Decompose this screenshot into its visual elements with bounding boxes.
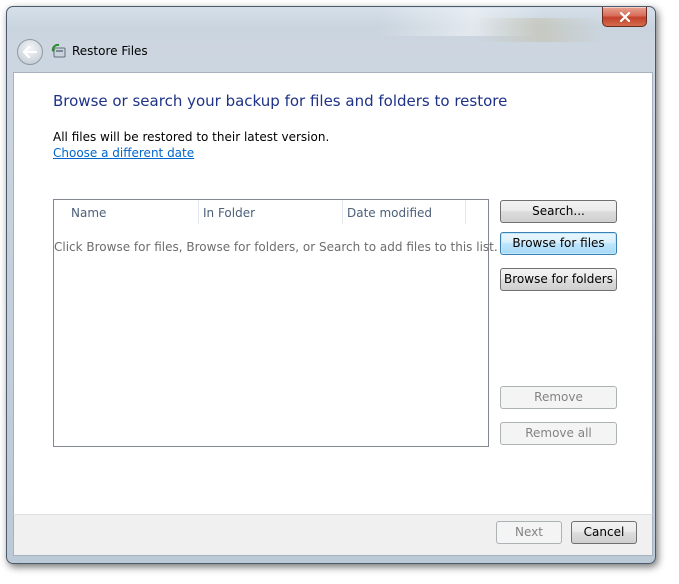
remove-all-button: Remove all: [500, 422, 617, 445]
file-list[interactable]: Name In Folder Date modified Click Brows…: [53, 199, 498, 447]
choose-date-link[interactable]: Choose a different date: [53, 146, 194, 160]
empty-list-message: Click Browse for files, Browse for folde…: [54, 240, 498, 254]
back-arrow-icon: [23, 46, 37, 58]
list-header: Name In Folder Date modified: [54, 200, 488, 224]
column-header-name[interactable]: Name: [54, 200, 199, 224]
browse-folders-button[interactable]: Browse for folders: [500, 268, 617, 291]
glass-reflection: [480, 18, 600, 42]
remove-button: Remove: [500, 386, 617, 409]
restore-files-icon: [51, 43, 67, 59]
cancel-button[interactable]: Cancel: [571, 521, 637, 544]
info-text: All files will be restored to their late…: [53, 130, 330, 144]
browse-files-button[interactable]: Browse for files: [500, 232, 617, 255]
next-button: Next: [496, 521, 562, 544]
close-icon: [619, 11, 630, 22]
window-title: Restore Files: [72, 44, 148, 58]
search-button[interactable]: Search...: [500, 200, 617, 223]
column-header-date-modified[interactable]: Date modified: [343, 200, 466, 224]
column-header-in-folder[interactable]: In Folder: [199, 200, 343, 224]
page-title: Browse or search your backup for files a…: [53, 92, 508, 110]
close-button[interactable]: [602, 7, 647, 27]
back-button[interactable]: [17, 39, 43, 65]
